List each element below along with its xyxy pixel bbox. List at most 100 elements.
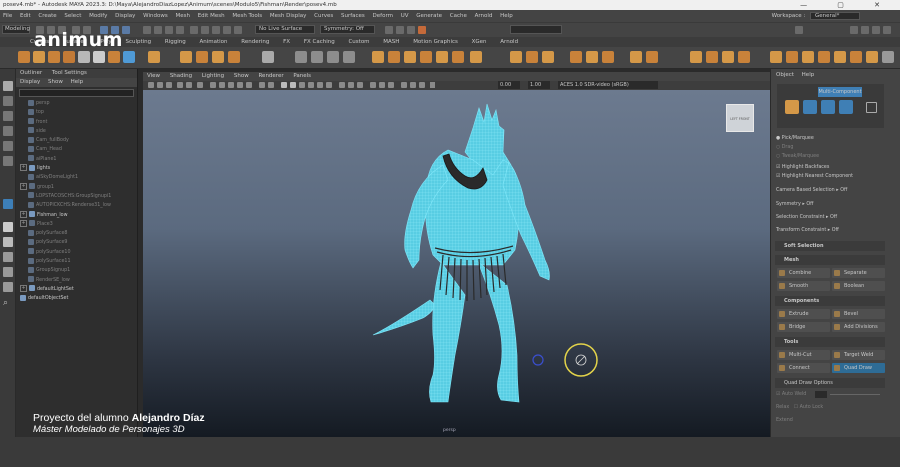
image-plane-icon[interactable] (177, 82, 183, 88)
merge-icon[interactable] (690, 51, 702, 63)
menu-help[interactable]: Help (500, 13, 513, 19)
shadows-icon[interactable] (326, 82, 332, 88)
viewport-menu-renderer[interactable]: Renderer (258, 73, 283, 79)
poly-torus-icon[interactable] (78, 51, 90, 63)
render-settings-icon[interactable] (407, 26, 415, 34)
outliner-item[interactable]: aiSkyDomeLight1 (16, 173, 137, 182)
bevel-icon[interactable] (212, 51, 224, 63)
transform-constraint-setting[interactable]: Transform Constraint ▸ Off (776, 226, 839, 235)
outliner-item[interactable]: LOPSTACOSCHS:GroupSignupi1 (16, 192, 137, 201)
combine-icon[interactable] (148, 51, 160, 63)
isolate-select-icon[interactable] (401, 82, 407, 88)
collapse-icon[interactable] (706, 51, 718, 63)
snap-plane-icon[interactable] (223, 26, 231, 34)
combine-button[interactable]: Combine (777, 268, 830, 278)
smooth-shade-icon[interactable] (290, 82, 296, 88)
add-divisions-button[interactable]: Add Divisions (832, 322, 885, 332)
face-mode-icon[interactable] (839, 100, 853, 114)
viewport-menu-panels[interactable]: Panels (293, 73, 311, 79)
edge-mode-icon[interactable] (821, 100, 835, 114)
menu-mesh-display[interactable]: Mesh Display (270, 13, 307, 19)
append-polygon-icon[interactable] (770, 51, 782, 63)
menuset-dropdown[interactable]: Modeling (2, 25, 30, 34)
outliner-menu-help[interactable]: Help (71, 79, 84, 85)
outliner-item[interactable]: GroupSignup1 (16, 266, 137, 275)
menu-windows[interactable]: Windows (143, 13, 168, 19)
pick-marquee-option[interactable]: ● Pick/Marquee (776, 134, 814, 143)
menu-modify[interactable]: Modify (89, 13, 107, 19)
outliner-item[interactable]: defaultObjectSet (16, 294, 137, 303)
object-mode-icon[interactable] (785, 100, 799, 114)
move-tool-icon[interactable] (3, 126, 13, 136)
mask-icon[interactable] (165, 26, 173, 34)
outliner-item[interactable]: polySurface8 (16, 229, 137, 238)
outliner-item[interactable]: aiPlane1 (16, 155, 137, 164)
mesh-section-header[interactable]: Mesh (775, 255, 885, 265)
snap-point-icon[interactable] (212, 26, 220, 34)
ipr-render-icon[interactable] (396, 26, 404, 34)
soften-edge-icon[interactable] (630, 51, 642, 63)
gamma-field[interactable]: 1.00 (528, 81, 550, 89)
chamfer-icon[interactable] (818, 51, 830, 63)
mask-icon[interactable] (176, 26, 184, 34)
drag-option[interactable]: ○ Drag (776, 143, 793, 152)
workspace-selector[interactable]: Workspace : General* (772, 12, 860, 20)
xray-joints-icon[interactable] (348, 82, 354, 88)
toolkit-menu-object[interactable]: Object (776, 72, 794, 78)
mask-icon[interactable] (154, 26, 162, 34)
outliner-search-input[interactable] (19, 89, 134, 97)
safe-action-icon[interactable] (259, 82, 265, 88)
shelf-tab-fx-caching[interactable]: FX Caching (304, 39, 335, 45)
spin-edge-icon[interactable] (850, 51, 862, 63)
auto-weld-field[interactable] (815, 391, 827, 398)
multi-cut-icon[interactable] (295, 51, 307, 63)
input-line-field[interactable] (510, 25, 562, 34)
scale-tool-icon[interactable] (3, 156, 13, 166)
flip-icon[interactable] (866, 51, 878, 63)
quad-draw-tool-icon[interactable] (3, 199, 13, 209)
auto-weld-row[interactable]: ☑ Auto Weld (776, 390, 806, 399)
tab-outliner[interactable]: Outliner (20, 70, 42, 76)
separate-icon[interactable] (404, 51, 416, 63)
colorspace-dropdown[interactable]: ACES 1.0 SDR-video (sRGB) (558, 81, 658, 89)
use-lights-icon[interactable] (317, 82, 323, 88)
bridge-button[interactable]: Bridge (777, 322, 830, 332)
attribute-editor-icon[interactable] (861, 26, 869, 34)
poly-cone-icon[interactable] (63, 51, 75, 63)
mask-icon[interactable] (143, 26, 151, 34)
menu-generate[interactable]: Generate (416, 13, 442, 19)
shelf-options-icon[interactable] (882, 51, 894, 63)
highlight-nearest-checkbox[interactable]: ☑ Highlight Nearest Component (776, 172, 853, 181)
workspace-dropdown[interactable]: General* (810, 12, 860, 20)
resolution-gate-icon[interactable] (228, 82, 234, 88)
boolean-button[interactable]: Boolean (832, 281, 885, 291)
outliner-item[interactable]: side (16, 127, 137, 136)
uv-editor-icon[interactable] (262, 51, 274, 63)
xray-icon[interactable] (339, 82, 345, 88)
outliner-item[interactable]: RenderSE_low (16, 276, 137, 285)
cleanup-icon[interactable] (602, 51, 614, 63)
channel-box-icon[interactable] (883, 26, 891, 34)
insert-edgeloop-icon[interactable] (738, 51, 750, 63)
search-icon[interactable]: ⌕ (3, 298, 13, 308)
outliner-item[interactable]: + lights (16, 164, 137, 173)
relax-row[interactable]: Relax ☐ Auto Lock (776, 403, 823, 412)
triangulate-icon[interactable] (470, 51, 482, 63)
exposure-field[interactable]: 0.00 (498, 81, 520, 89)
shelf-tab-motion-graphics[interactable]: Motion Graphics (413, 39, 458, 45)
outliner-layout-icon[interactable] (3, 267, 13, 277)
menu-file[interactable]: File (3, 13, 12, 19)
shelf-tab-sculpting[interactable]: Sculpting (125, 39, 151, 45)
target-weld-button[interactable]: Target Weld (832, 350, 885, 360)
freeze-transform-icon[interactable] (542, 51, 554, 63)
tool-settings-icon[interactable] (872, 26, 880, 34)
wireframe-icon[interactable] (281, 82, 287, 88)
quad-draw-button[interactable]: Quad Draw (832, 363, 885, 373)
graph-layout-icon[interactable] (3, 282, 13, 292)
single-view-icon[interactable] (3, 222, 13, 232)
poly-sphere-icon[interactable] (18, 51, 30, 63)
menu-mesh[interactable]: Mesh (175, 13, 189, 19)
menu-cache[interactable]: Cache (450, 13, 467, 19)
viewport-menu-lighting[interactable]: Lighting (202, 73, 224, 79)
outliner-menu-display[interactable]: Display (20, 79, 40, 85)
